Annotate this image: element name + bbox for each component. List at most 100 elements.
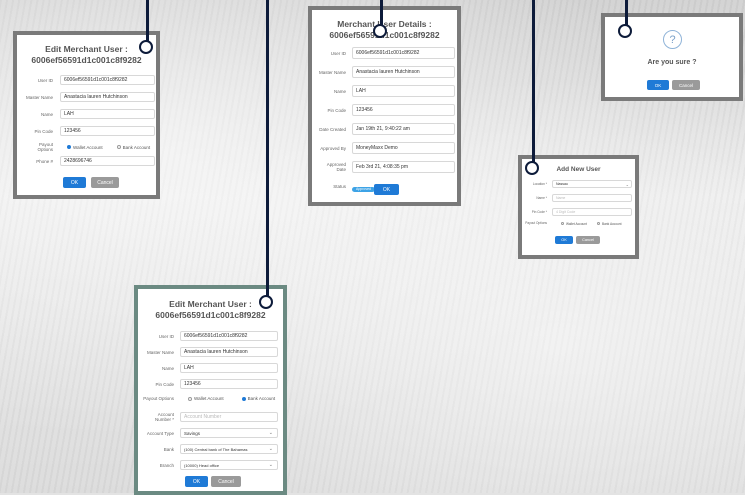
- field-label: Account Type: [146, 430, 174, 436]
- account-type-select[interactable]: Savings ⌄: [180, 428, 278, 438]
- pin-line: [266, 0, 269, 296]
- master-name-input[interactable]: Anastacia lauren Hutchinson: [180, 347, 278, 357]
- ok-button[interactable]: OK: [555, 236, 573, 244]
- radio-checked-icon: [67, 145, 71, 149]
- field-row-payout: Payout Options Wallet Account Bank Accou…: [142, 396, 275, 401]
- pin-line: [532, 0, 535, 162]
- pin-marker: [373, 24, 387, 38]
- field-label: Name: [161, 365, 174, 371]
- field-label: Payout Options: [143, 396, 174, 401]
- name-input[interactable]: Name: [552, 194, 632, 202]
- pin-line: [625, 0, 628, 26]
- user-id-input[interactable]: 6006ef56591d1c001c8f9282: [60, 75, 155, 85]
- detail-row-user-id: User ID 6006ef56591d1c001c8f9282: [318, 47, 455, 59]
- name-input[interactable]: LAH: [60, 109, 155, 119]
- ok-button[interactable]: OK: [185, 476, 208, 487]
- field-row-master-name: Master Name Anastacia lauren Hutchinson: [142, 347, 278, 357]
- chevron-down-icon: ⌄: [268, 446, 273, 452]
- field-label: Pin Code: [155, 381, 174, 387]
- detail-row-pin-code: Pin Code 123456: [318, 104, 455, 116]
- name-input[interactable]: LAH: [180, 363, 278, 373]
- pin-code-input[interactable]: 123456: [60, 126, 155, 136]
- field-label: Location *: [532, 181, 547, 186]
- radio-label: Bank Account: [601, 221, 622, 226]
- master-name-input[interactable]: Anastacia lauren Hutchinson: [60, 92, 155, 102]
- confirm-title: Are you sure ?: [647, 59, 697, 66]
- field-row-master-name: Master Name Anastacia lauren Hutchinson: [23, 92, 155, 102]
- field-label: Name: [333, 88, 346, 94]
- field-label: Approved By: [320, 145, 346, 151]
- radio-bank-account[interactable]: Bank Account: [596, 221, 622, 226]
- detail-row-name: Name LAH: [318, 85, 455, 97]
- pin-code-input[interactable]: 4 Digit Code: [552, 208, 632, 216]
- field-label: Master Name: [25, 94, 53, 100]
- field-label: Bank: [163, 446, 174, 452]
- edit-merchant-user-dialog: Edit Merchant User : 6006ef56591d1c001c8…: [13, 31, 160, 199]
- field-label: Date Created: [319, 126, 346, 132]
- radio-unchecked-icon: [561, 222, 564, 225]
- field-row-name: Name LAH: [23, 109, 155, 119]
- field-row-user-id: User ID 6006ef56591d1c001c8f9282: [142, 331, 278, 341]
- field-label: Name: [40, 111, 53, 117]
- detail-row-approved-by: Approved By MoneyMaxx Demo: [318, 142, 455, 154]
- radio-wallet-account[interactable]: Wallet Account: [188, 396, 224, 401]
- branch-select[interactable]: (10000) Head office ⌄: [180, 460, 278, 470]
- edit-merchant-user-bank-dialog: Edit Merchant User : 6006ef56591d1c001c8…: [134, 285, 287, 495]
- field-label: Master Name: [146, 349, 174, 355]
- field-row-pin-code: Pin Code 123456: [23, 126, 155, 136]
- title-line-2: 6006ef56591d1c001c8f9282: [155, 310, 266, 320]
- field-row-user-id: User ID 6006ef56591d1c001c8f9282: [23, 75, 155, 85]
- field-row-payout: Payout Options Wallet Account Bank Accou…: [23, 142, 150, 152]
- field-label: Pin Code: [34, 128, 53, 134]
- field-row-pin-code: Pin Code 123456: [142, 379, 278, 389]
- pin-code-value: 123456: [352, 104, 455, 116]
- radio-unchecked-icon: [116, 145, 121, 149]
- phone-input[interactable]: 2428696746: [60, 156, 155, 166]
- dialog-title: Edit Merchant User : 6006ef56591d1c001c8…: [17, 44, 156, 66]
- radio-wallet-account[interactable]: Wallet Account: [561, 222, 587, 226]
- cancel-button[interactable]: Cancel: [211, 476, 241, 487]
- cancel-button[interactable]: Cancel: [672, 80, 700, 90]
- location-select[interactable]: Nassau ⌄: [552, 180, 632, 188]
- field-label: Branch: [159, 462, 174, 468]
- title-line-1: Edit Merchant User :: [45, 44, 128, 54]
- radio-wallet-account[interactable]: Wallet Account: [67, 145, 103, 150]
- pin-marker: [139, 40, 153, 54]
- radio-unchecked-icon: [188, 396, 192, 401]
- radio-bank-account[interactable]: Bank Account: [241, 396, 276, 401]
- field-label: Approved Date: [326, 162, 346, 172]
- field-row-bank: Bank (100) Central bank of The Bahamas ⌄: [142, 444, 278, 454]
- ok-button[interactable]: OK: [63, 177, 86, 188]
- ok-button[interactable]: OK: [647, 80, 669, 90]
- radio-unchecked-icon: [596, 222, 600, 225]
- pin-line: [380, 0, 383, 26]
- chevron-down-icon: ⌄: [625, 181, 629, 187]
- cancel-button[interactable]: Cancel: [91, 177, 119, 188]
- radio-label: Wallet Account: [73, 144, 103, 150]
- detail-row-master-name: Master Name Anastacia lauren Hutchinson: [318, 66, 455, 78]
- chevron-down-icon: ⌄: [268, 430, 273, 436]
- bank-select[interactable]: (100) Central bank of The Bahamas ⌄: [180, 444, 278, 454]
- field-label: Phone #: [36, 158, 53, 164]
- radio-label: Bank Account: [247, 396, 276, 401]
- bank-value: (100) Central bank of The Bahamas: [184, 446, 248, 452]
- field-row-account-type: Account Type Savings ⌄: [142, 428, 278, 438]
- pin-code-input[interactable]: 123456: [180, 379, 278, 389]
- field-row-pin-code: Pin Code * 4 Digit Code: [525, 208, 632, 216]
- account-number-input[interactable]: Account Number: [180, 412, 278, 422]
- date-created-value: Jan 19th 21, 9:40:22 am: [352, 123, 455, 135]
- cancel-button[interactable]: Cancel: [576, 236, 600, 244]
- field-row-payout: Payout Options Wallet Account Bank Accou…: [525, 221, 621, 226]
- radio-bank-account[interactable]: Bank Account: [116, 145, 150, 150]
- ok-button[interactable]: OK: [374, 184, 399, 195]
- field-row-account-number: Account Number * Account Number: [142, 412, 278, 422]
- user-id-input[interactable]: 6006ef56591d1c001c8f9282: [180, 331, 278, 341]
- detail-row-approved-date: Approved Date Feb 3rd 21, 4:08:35 pm: [318, 161, 455, 173]
- field-label: Pin Code *: [531, 209, 547, 214]
- approved-by-value: MoneyMaxx Demo: [352, 142, 455, 154]
- field-label: Pin Code: [327, 107, 346, 113]
- field-label: Account Number *: [154, 412, 174, 422]
- radio-checked-icon: [241, 396, 246, 401]
- branch-value: (10000) Head office: [184, 462, 220, 468]
- pin-marker: [618, 24, 632, 38]
